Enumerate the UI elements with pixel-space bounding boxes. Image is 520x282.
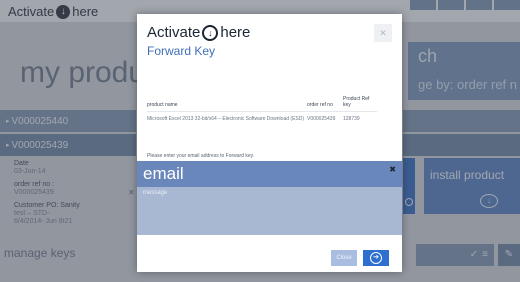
email-prompt: Please enter your email address to Forwa…	[147, 153, 255, 159]
table-row: Microsoft Excel 2013 32-bit/x64 – Electr…	[147, 111, 377, 126]
product-name-cell: Microsoft Excel 2013 32-bit/x64 – Electr…	[147, 111, 307, 126]
close-button[interactable]: Close	[331, 250, 357, 266]
arrow-right-circle-icon: ➔	[370, 252, 382, 264]
order-ref-cell: V000025439	[307, 111, 343, 126]
dialog-title: Forward Key	[147, 44, 216, 58]
download-circle-icon: ↓	[202, 24, 219, 41]
table-header-row: product name order ref no Product Ref ke…	[147, 96, 377, 112]
column-header: product name	[147, 102, 178, 108]
message-input[interactable]	[137, 187, 402, 235]
dialog-close-icon[interactable]: ✕	[374, 24, 392, 42]
column-header: Product Ref key	[343, 96, 370, 108]
dialog-logo: Activate ↓ here	[147, 24, 250, 41]
brand-suffix: here	[220, 24, 251, 41]
send-button[interactable]: ➔	[363, 250, 389, 266]
column-header: order ref no	[307, 102, 333, 108]
key-table: product name order ref no Product Ref ke…	[147, 96, 377, 126]
product-ref-key-cell: 128739	[343, 111, 377, 126]
email-input[interactable]	[137, 161, 402, 187]
brand-prefix: Activate	[147, 24, 201, 41]
email-form: ✖	[137, 161, 402, 235]
forward-key-dialog: Activate ↓ here ✕ Forward Key product na…	[137, 14, 402, 272]
close-icon[interactable]: ✖	[389, 165, 396, 174]
